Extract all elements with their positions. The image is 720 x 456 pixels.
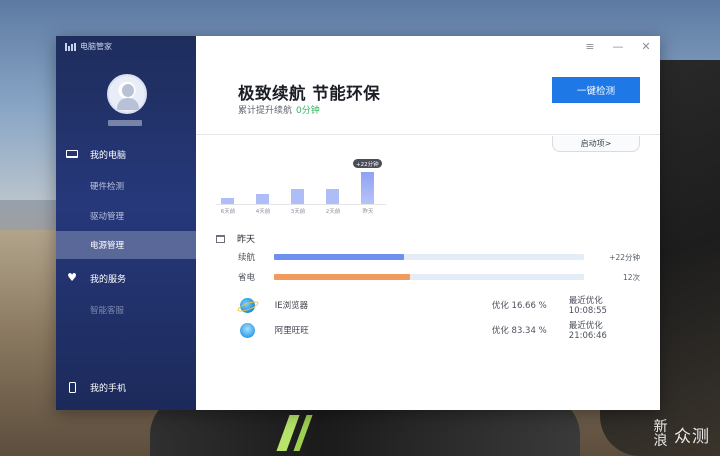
chart-bar[interactable] xyxy=(361,172,374,204)
watermark: 新浪 众测 xyxy=(652,420,710,448)
sidebar-section-my-services[interactable]: ♥ 我的服务 xyxy=(56,270,196,286)
sidebar-item-power-manager[interactable]: 电源管理 xyxy=(56,231,196,259)
sidebar-section-my-phone[interactable]: 我的手机 xyxy=(56,379,196,395)
chart-bar[interactable] xyxy=(326,189,339,204)
close-icon[interactable]: ✕ xyxy=(640,40,652,53)
chart-tooltip: +22分钟 xyxy=(353,159,382,168)
sidebar-item-label: 硬件检测 xyxy=(90,182,125,192)
battery-gain-chart: 6天前 4天前 3天前 2天前 昨天 +22分钟 xyxy=(216,154,386,218)
heart-icon: ♥ xyxy=(67,271,77,284)
metric-power-save-fill xyxy=(274,274,411,280)
divider xyxy=(196,134,660,135)
program-row-aliwangwang[interactable]: 阿里旺旺 优化 83.34 % 最近优化21:06:46 xyxy=(240,321,640,341)
ie-browser-icon xyxy=(240,297,255,313)
username-blurred xyxy=(108,120,142,126)
sidebar-section-label: 我的服务 xyxy=(90,274,127,285)
program-name: IE浏览器 xyxy=(274,301,309,311)
laptop-icon xyxy=(66,149,78,159)
yesterday-header: 昨天 xyxy=(216,232,255,245)
chart-x-label: 3天前 xyxy=(290,209,306,215)
yesterday-title: 昨天 xyxy=(237,235,256,245)
sidebar-item-hardware-check[interactable]: 硬件检测 xyxy=(56,178,196,194)
program-optimize: 优化 83.34 % xyxy=(491,326,547,336)
sidebar: 电脑管家 我的电脑 硬件检测 驱动管理 电源管理 ♥ 我的服务 智能客服 我的手… xyxy=(56,36,196,410)
chart-bar[interactable] xyxy=(221,198,234,204)
minimize-icon[interactable]: — xyxy=(612,40,624,53)
menu-icon[interactable]: ≡ xyxy=(584,40,596,53)
app-title-text: 电脑管家 xyxy=(80,42,112,51)
pc-manager-window: 电脑管家 我的电脑 硬件检测 驱动管理 电源管理 ♥ 我的服务 智能客服 我的手… xyxy=(56,36,660,410)
sidebar-section-my-computer[interactable]: 我的电脑 xyxy=(56,146,196,162)
program-optimize: 优化 16.66 % xyxy=(491,301,547,311)
avatar-head xyxy=(122,84,134,97)
metric-power-save-value: 12次 xyxy=(622,273,640,282)
sidebar-section-label: 我的电脑 xyxy=(90,150,127,161)
chart-x-label: 4天前 xyxy=(255,209,271,215)
phone-icon xyxy=(66,381,78,393)
program-last-optimized: 最近优化21:06:46 xyxy=(568,321,607,341)
one-click-detect-button[interactable]: 一键检测 xyxy=(552,77,640,103)
metric-power-save-label: 省电 xyxy=(238,273,256,283)
app-title: 电脑管家 xyxy=(65,41,112,52)
chart-x-label: 2天前 xyxy=(325,209,341,215)
chart-x-label: 昨天 xyxy=(362,209,374,215)
program-last-optimized: 最近优化10:08:55 xyxy=(568,296,607,316)
sidebar-item-driver-manager[interactable]: 驱动管理 xyxy=(56,208,196,224)
battery-gain-value: 0分钟 xyxy=(296,106,320,116)
watermark-char: 新浪 xyxy=(653,419,669,449)
window-controls: ≡ — ✕ xyxy=(584,40,652,53)
battery-gain-summary: 累计提升续航 0分钟 xyxy=(238,103,320,116)
chart-bar[interactable] xyxy=(291,189,304,204)
sidebar-item-label: 智能客服 xyxy=(90,306,125,316)
metric-power-save-track xyxy=(274,274,584,280)
metric-battery-fill xyxy=(274,254,405,260)
main-panel: ≡ — ✕ 极致续航 节能环保 累计提升续航 0分钟 一键检测 启动项> 6天前 4… xyxy=(196,36,660,410)
chart-bar[interactable] xyxy=(256,194,269,204)
sidebar-section-label: 我的手机 xyxy=(90,383,127,394)
program-row-ie[interactable]: IE浏览器 优化 16.66 % 最近优化10:08:55 xyxy=(240,296,640,316)
chart-baseline xyxy=(216,204,386,205)
avatar[interactable] xyxy=(107,74,147,114)
startup-items-tab[interactable]: 启动项> xyxy=(552,136,640,152)
sidebar-item-smart-support[interactable]: 智能客服 xyxy=(56,302,196,318)
battery-gain-label: 累计提升续航 xyxy=(238,106,293,116)
page-title: 极致续航 节能环保 xyxy=(238,84,381,103)
calendar-icon xyxy=(216,234,225,243)
app-logo-icon xyxy=(65,42,76,51)
metric-battery-value: +22分钟 xyxy=(609,253,640,262)
metric-battery-track xyxy=(274,254,584,260)
avatar-body xyxy=(117,98,139,110)
metric-battery-label: 续航 xyxy=(238,253,256,263)
sidebar-item-label: 电源管理 xyxy=(90,241,125,251)
program-name: 阿里旺旺 xyxy=(274,326,309,336)
aliwangwang-icon xyxy=(240,322,255,338)
sidebar-item-label: 驱动管理 xyxy=(90,212,125,222)
chart-x-label: 6天前 xyxy=(220,209,236,215)
watermark-text: 众测 xyxy=(674,426,710,447)
